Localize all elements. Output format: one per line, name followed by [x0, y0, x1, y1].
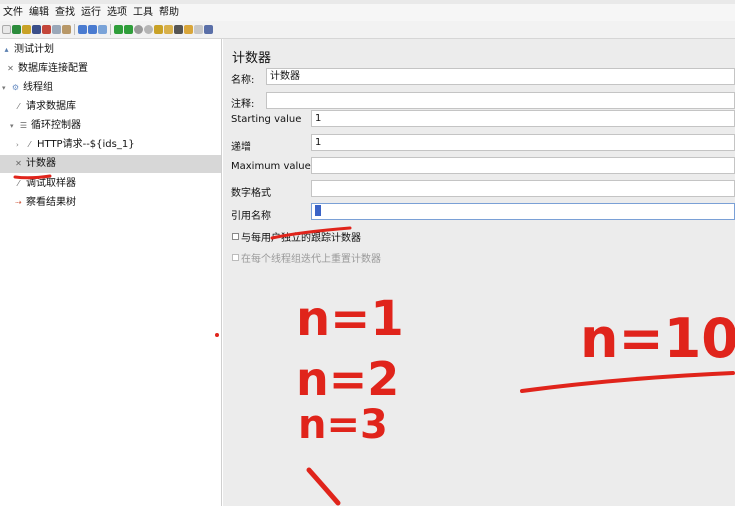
shutdown-icon[interactable]: [144, 25, 153, 34]
menu-tools[interactable]: 工具: [130, 4, 156, 21]
menu-help[interactable]: 帮助: [156, 4, 182, 21]
per-user-counter-label: 与每用户独立的跟踪计数器: [241, 233, 361, 244]
config-icon: ✕: [7, 64, 14, 73]
counter-config-panel: 计数器 名称: 计数器 注释: Starting value 1 递增 1 Ma…: [223, 39, 735, 506]
name-field[interactable]: 计数器: [266, 68, 735, 85]
save-icon[interactable]: [32, 25, 41, 34]
loop-controller-icon: ☰: [19, 121, 28, 130]
maximum-value-field[interactable]: [311, 157, 735, 174]
reference-name-label: 引用名称: [231, 211, 271, 222]
expand-toggle-icon[interactable]: ▾: [2, 79, 8, 97]
open-icon[interactable]: [22, 25, 31, 34]
tree-item-label: 调试取样器: [26, 178, 76, 189]
test-plan-icon: ▴: [4, 45, 9, 54]
test-plan-tree: ▴ 测试计划 ✕ 数据库连接配置 ▾ ⚙ 线程组 ⁄ 请求数据库 ▾ ☰ 循环控…: [0, 39, 222, 506]
checkbox-box: [232, 254, 239, 261]
tree-item-view-results-tree[interactable]: ⇢ 察看结果树: [14, 194, 76, 212]
toggle-icon[interactable]: [98, 25, 107, 34]
listener-icon: ⇢: [15, 198, 22, 207]
new-icon[interactable]: [2, 25, 11, 34]
maximum-value-label: Maximum value: [231, 161, 311, 172]
menu-bar: 文件 编辑 查找 运行 选项 工具 帮助: [0, 4, 735, 21]
tree-item-label: 循环控制器: [31, 120, 81, 131]
thread-group-icon: ⚙: [11, 83, 20, 92]
number-format-label: 数字格式: [231, 188, 271, 199]
remote-start-icon[interactable]: [154, 25, 163, 34]
expand-toggle-icon[interactable]: ▾: [10, 117, 16, 135]
comment-label: 注释:: [231, 99, 255, 110]
copy-icon[interactable]: [52, 25, 61, 34]
toolbar-separator: [110, 24, 111, 35]
tree-item-counter[interactable]: ✕ 计数器: [0, 155, 221, 173]
tree-item-label: 线程组: [23, 82, 53, 93]
toolbar: [0, 21, 735, 39]
tree-item-label: 测试计划: [14, 44, 54, 55]
tree-item-test-plan[interactable]: ▴ 测试计划: [2, 41, 54, 59]
clear-icon[interactable]: [164, 25, 173, 34]
menu-file[interactable]: 文件: [0, 4, 26, 21]
tree-item-loop-controller[interactable]: ▾ ☰ 循环控制器: [10, 117, 81, 135]
menu-search[interactable]: 查找: [52, 4, 78, 21]
tree-item-label: HTTP请求--${ids_1}: [37, 139, 135, 150]
tree-item-request-db[interactable]: ⁄ 请求数据库: [14, 98, 76, 116]
menu-run[interactable]: 运行: [78, 4, 104, 21]
tree-item-label: 察看结果树: [26, 197, 76, 208]
starting-value-field[interactable]: 1: [311, 110, 735, 127]
tree-item-label: 请求数据库: [26, 101, 76, 112]
tree-item-http-request[interactable]: › ⁄ HTTP请求--${ids_1}: [16, 136, 135, 154]
menu-options[interactable]: 选项: [104, 4, 130, 21]
tree-item-thread-group[interactable]: ▾ ⚙ 线程组: [2, 79, 53, 97]
counter-icon: ✕: [15, 159, 22, 168]
sampler-icon: ⁄: [17, 179, 20, 188]
number-format-field[interactable]: [311, 180, 735, 197]
sampler-icon: ⁄: [28, 140, 31, 149]
comment-field[interactable]: [266, 92, 735, 109]
checkbox-box[interactable]: [232, 233, 239, 240]
sampler-icon: ⁄: [17, 102, 20, 111]
start-no-pause-icon[interactable]: [124, 25, 133, 34]
paste-icon[interactable]: [62, 25, 71, 34]
name-label: 名称:: [231, 75, 255, 86]
function-helper-icon[interactable]: [204, 25, 213, 34]
tree-item-label: 数据库连接配置: [18, 63, 88, 74]
menu-edit[interactable]: 编辑: [26, 4, 52, 21]
panel-title: 计数器: [232, 51, 272, 66]
search-icon[interactable]: [184, 25, 193, 34]
per-user-counter-checkbox[interactable]: 与每用户独立的跟踪计数器: [232, 229, 361, 244]
cut-icon[interactable]: [42, 25, 51, 34]
toolbar-separator: [74, 24, 75, 35]
stop-icon[interactable]: [134, 25, 143, 34]
tree-item-db-config[interactable]: ✕ 数据库连接配置: [6, 60, 88, 78]
tree-item-label: 计数器: [26, 158, 56, 169]
reset-search-icon[interactable]: [194, 25, 203, 34]
text-cursor: [315, 204, 321, 216]
tree-item-debug-sampler[interactable]: ⁄ 调试取样器: [14, 175, 76, 193]
starting-value-label: Starting value: [231, 114, 302, 125]
templates-icon[interactable]: [12, 25, 21, 34]
increment-label: 递增: [231, 142, 251, 153]
reset-per-iteration-checkbox: 在每个线程组迭代上重置计数器: [232, 250, 381, 265]
reset-per-iteration-label: 在每个线程组迭代上重置计数器: [241, 254, 381, 265]
expand-icon[interactable]: [78, 25, 87, 34]
collapse-icon[interactable]: [88, 25, 97, 34]
expand-toggle-icon[interactable]: ›: [16, 136, 22, 154]
clear-all-icon[interactable]: [174, 25, 183, 34]
reference-name-field[interactable]: [311, 203, 735, 220]
increment-field[interactable]: 1: [311, 134, 735, 151]
start-icon[interactable]: [114, 25, 123, 34]
